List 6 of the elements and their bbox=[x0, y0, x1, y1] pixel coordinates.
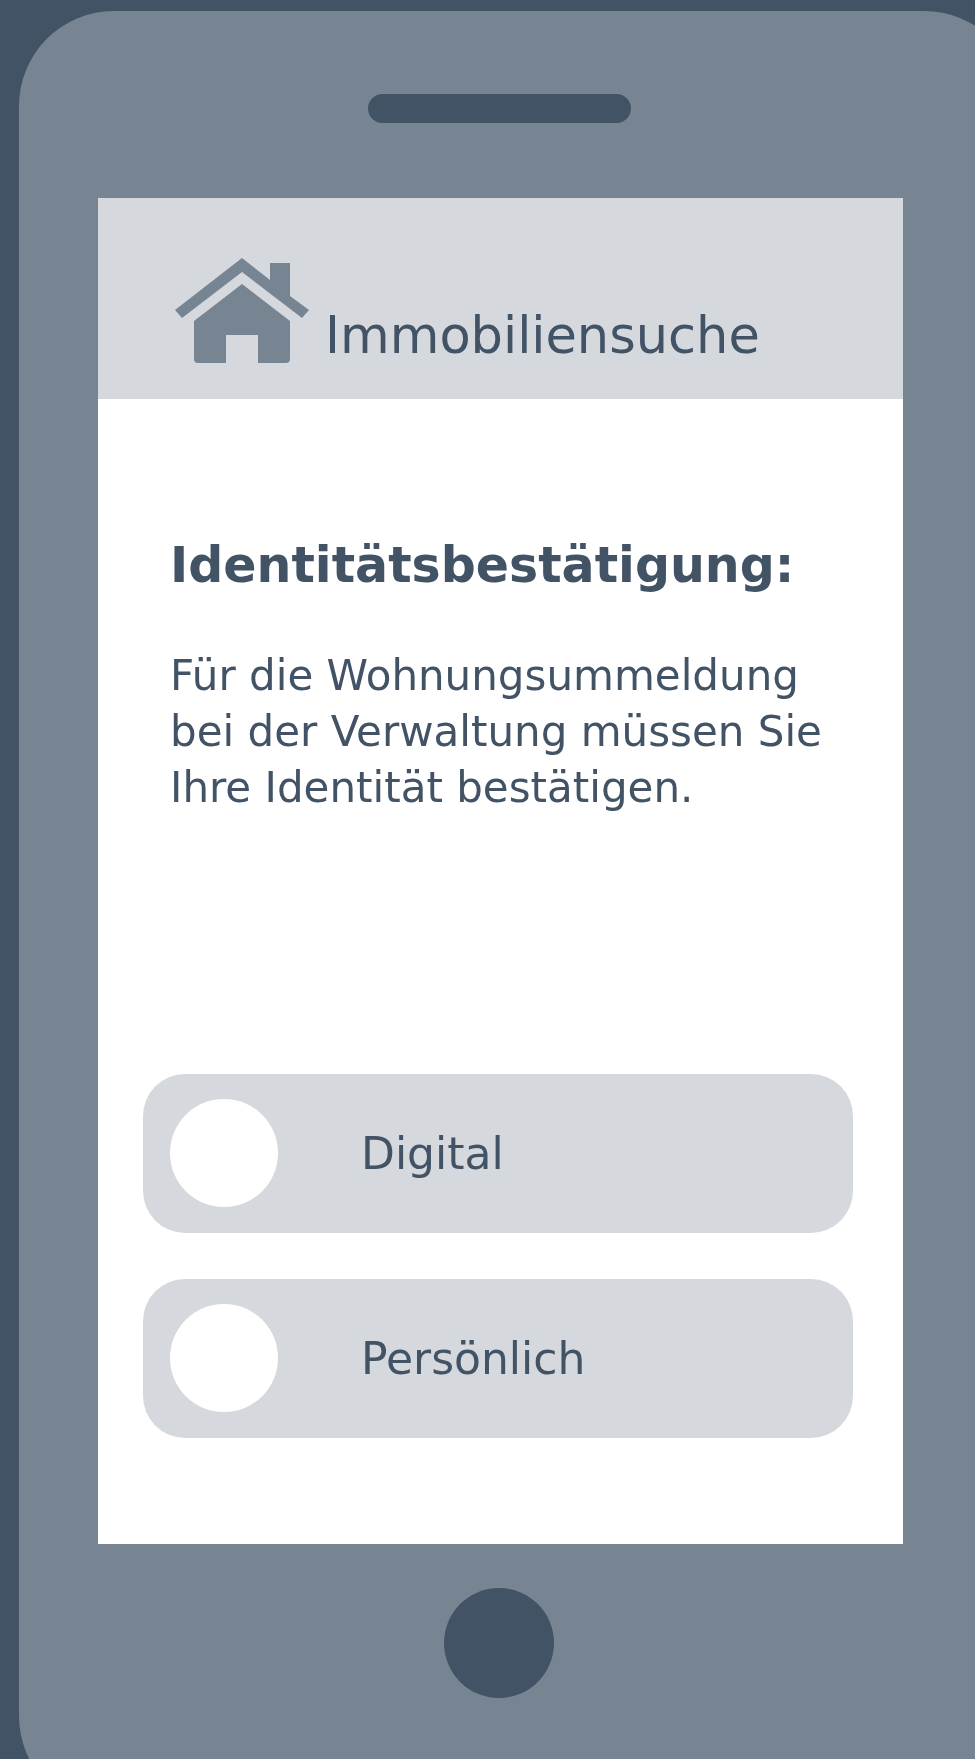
option-button[interactable]: Digital bbox=[143, 1073, 853, 1233]
page-heading: Identitätsbestätigung: bbox=[170, 539, 796, 593]
house-icon bbox=[172, 255, 312, 365]
app-title: Immobiliensuche bbox=[325, 310, 760, 361]
option-button[interactable]: Persönlich bbox=[143, 1278, 853, 1438]
message-text: Für die Wohnungsummeldung bei der Verwaltung müssen Sie Ihre Identität bestätigen. bbox=[170, 649, 823, 814]
